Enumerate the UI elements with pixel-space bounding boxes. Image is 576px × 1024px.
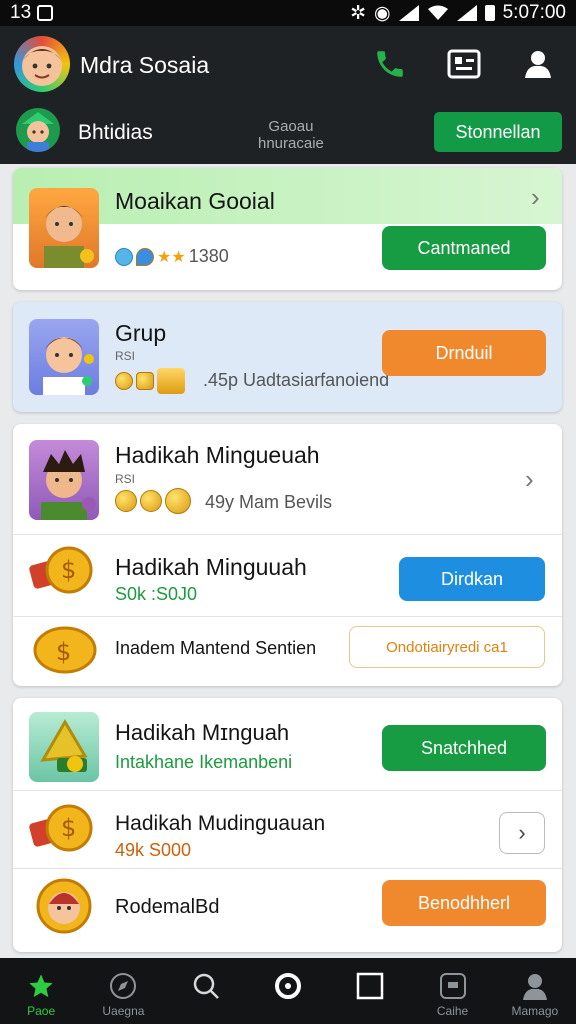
nav-home-circle[interactable] [253, 972, 323, 1000]
row-title: RodemalBd [115, 896, 220, 918]
profile-avatar[interactable] [14, 36, 70, 92]
row-title: Inadem Mantend Sentien [115, 638, 317, 658]
signal-icon [398, 5, 419, 21]
nav-wallet[interactable]: Caihe [418, 972, 488, 1018]
row-action-button[interactable]: Benodhherl [382, 880, 546, 926]
chevron-right-icon[interactable]: › [525, 464, 534, 495]
header-action-button[interactable]: Stonnellan [434, 112, 562, 152]
battery-icon [484, 5, 495, 21]
alarm-icon: ◉ [374, 2, 391, 24]
row-meta: Intakhane Ikemanbeni [115, 752, 293, 772]
card-social[interactable]: Moaikan Gooial › ★★ 1380 Cantmaned [13, 168, 562, 290]
star-icon [29, 974, 53, 998]
person-icon [522, 974, 547, 1000]
card-tasks: Hadikah Mɪnguah Intakhane Ikemanbeni Sna… [13, 698, 562, 952]
coin-icons [115, 368, 185, 394]
nav-recents[interactable] [335, 972, 405, 1000]
avatar-badge [29, 876, 99, 936]
phone-icon[interactable] [370, 44, 410, 84]
card-rewards: Hadikah Mingueuah RSI 49y Mam Bevils › $… [13, 424, 562, 686]
row-subtitle: RSI [115, 472, 136, 486]
row-title: Hadikah Mɪnguah [115, 720, 290, 745]
svg-text:$: $ [61, 556, 76, 584]
header-subtitle: Bhtidias [78, 121, 153, 144]
notification-icon [37, 5, 54, 21]
thumbnail-avatar [29, 319, 99, 395]
chevron-right-icon[interactable]: › [531, 182, 540, 213]
card-action-button[interactable]: Cantmaned [382, 226, 546, 270]
card-count: 1380 [188, 246, 229, 266]
group-avatar[interactable] [16, 108, 60, 152]
row-action-button[interactable]: Ondotiairyredi ca1 [349, 626, 545, 668]
badge-icons: ★★ 1380 [115, 246, 229, 267]
card-subtitle: RSI [115, 349, 136, 363]
row-meta: 49k S000 [115, 840, 192, 860]
vibrate-icon: ✲ [350, 2, 366, 24]
card-action-button[interactable]: Drnduil [382, 330, 546, 376]
card-title: Moaikan Gooial [115, 188, 275, 214]
row-title: Hadikah Mingueuah [115, 442, 320, 468]
coin-icon: $ [29, 622, 99, 678]
nav-search[interactable] [171, 972, 241, 1000]
qr-icon[interactable] [444, 44, 484, 84]
svg-text:$: $ [56, 638, 71, 666]
compass-icon [110, 973, 137, 999]
thumbnail-avatar [29, 188, 99, 268]
coin-stack-icon: $ [29, 542, 99, 602]
card-title: Grup [115, 320, 167, 346]
nav-explore[interactable]: Uaegna [88, 972, 158, 1018]
chevron-right-icon[interactable]: › [499, 812, 545, 854]
row-title: Hadikah Mudinguauan [115, 812, 326, 835]
thumbnail-avatar [29, 440, 99, 520]
profile-icon[interactable] [518, 44, 558, 84]
app-header: Mdra Sosaia Bhtidias Gaoau hnuracaie Sto… [0, 26, 576, 164]
square-icon [357, 972, 384, 1000]
row-action-button[interactable]: Dirdkan [399, 557, 545, 601]
header-center-label[interactable]: Gaoau hnuracaie [258, 118, 324, 152]
thumbnail-gift [29, 712, 99, 782]
svg-text:$: $ [61, 814, 76, 842]
row-action-button[interactable]: Snatchhed [382, 725, 546, 771]
profile-name: Mdra Sosaia [80, 52, 210, 78]
status-number: 13 [10, 2, 32, 23]
card-meta: .45p Uadtasiarfanoiend [203, 370, 390, 390]
bottom-nav: Paoe Uaegna Caihe Mamago [0, 958, 576, 1024]
row-title: Hadikah Minguuah [115, 554, 307, 580]
row-meta: S0k :S0J0 [115, 584, 198, 604]
status-bar: 13 ✲ ◉ 5:07:00 [0, 0, 576, 26]
coin-stack-icon: $ [29, 798, 99, 858]
signal-icon-2 [456, 5, 477, 21]
circle-icon [274, 973, 301, 999]
nav-home[interactable]: Paoe [6, 972, 76, 1018]
wallet-icon [439, 973, 466, 999]
coin-icons [115, 488, 191, 514]
card-group[interactable]: Grup RSI .45p Uadtasiarfanoiend Drnduil [13, 302, 562, 412]
clock: 5:07:00 [502, 2, 566, 23]
search-icon [193, 973, 219, 999]
wifi-icon [427, 5, 448, 20]
row-meta: 49y Mam Bevils [205, 492, 333, 512]
nav-profile[interactable]: Mamago [500, 972, 570, 1018]
